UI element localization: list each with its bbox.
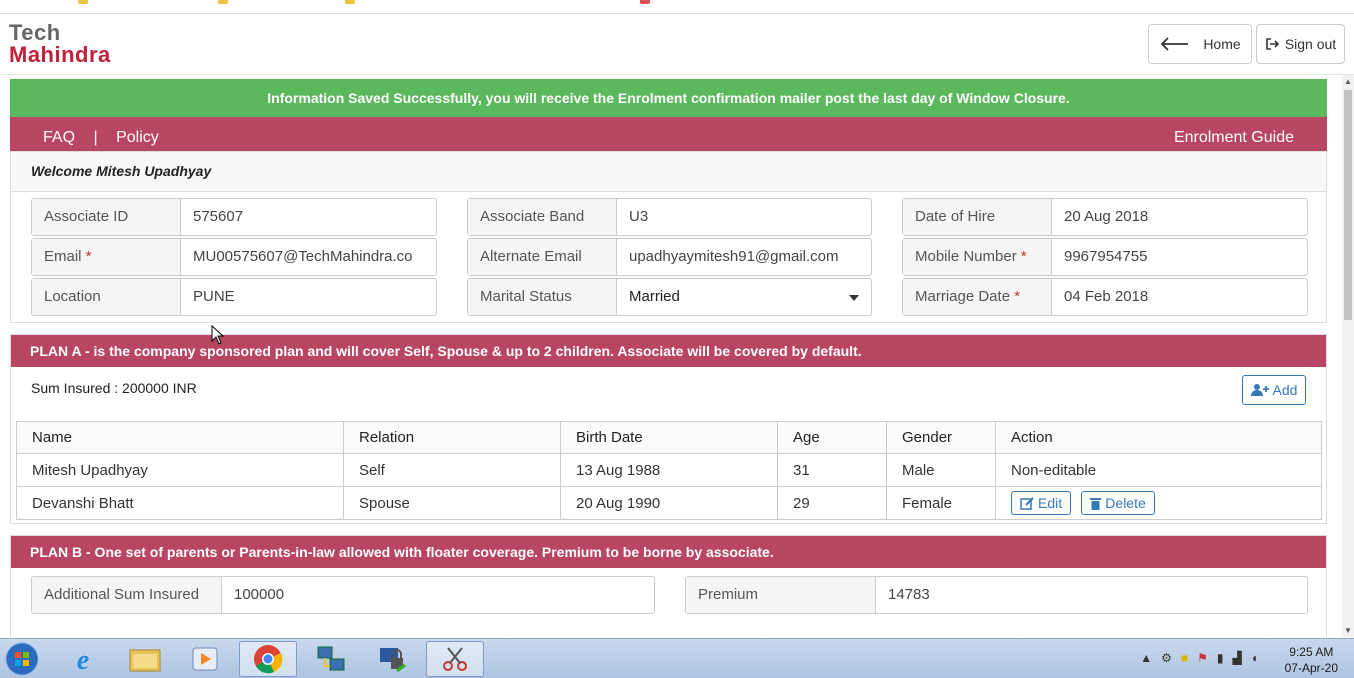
trash-icon [1090,497,1102,510]
file-explorer-icon[interactable] [116,641,174,677]
menu-bar: FAQ | Policy Enrolment Guide [10,117,1327,151]
edit-icon [1020,496,1034,510]
plan-b-heading: PLAN B - One set of parents or Parents-i… [11,536,1326,568]
mouse-cursor-icon [211,325,225,345]
start-button[interactable] [0,641,44,677]
col-birth-date: Birth Date [560,421,778,454]
system-tray: ▲ ⚙ ■ ⚑ ▮ ▟ ◖ [1140,651,1258,665]
alternate-email-field[interactable]: Alternate Email upadhyaymitesh91@gmail.c… [467,238,872,276]
col-action: Action [995,421,1322,454]
home-button[interactable]: Home [1148,24,1252,64]
policy-link[interactable]: Policy [116,129,159,146]
arrow-left-icon [1161,37,1189,51]
col-age: Age [777,421,887,454]
windows-taskbar: e ▲ ⚙ ■ ⚑ ▮ ▟ ◖ 9:25 AM 07-Apr-20 [0,638,1354,678]
date-of-hire-field: Date of Hire 20 Aug 2018 [902,198,1308,236]
status-non-editable: Non-editable [995,453,1322,487]
bookmark-icon[interactable] [640,0,650,4]
flag-tray-icon[interactable]: ⚑ [1197,651,1208,665]
welcome-text: Welcome Mitesh Upadhyay [11,152,1326,192]
col-relation: Relation [343,421,561,454]
volume-icon[interactable]: ◖ [1251,651,1258,665]
enrolment-guide-link[interactable]: Enrolment Guide [1174,129,1294,147]
vpn-lock-icon[interactable] [364,641,422,677]
col-name: Name [16,421,344,454]
add-member-button[interactable]: Add [1242,375,1306,405]
profile-panel: Welcome Mitesh Upadhyay Associate ID 575… [10,151,1327,323]
members-table: Name Relation Birth Date Age Gender Acti… [16,421,1322,520]
snipping-tool-icon[interactable] [426,641,484,677]
chrome-icon[interactable] [239,641,297,677]
associate-band-field: Associate Band U3 [467,198,872,236]
premium-field: Premium 14783 [685,576,1308,614]
bookmark-folder-icon[interactable] [218,0,228,4]
chevron-down-icon[interactable] [849,295,859,301]
mobile-number-field[interactable]: Mobile Number * 9967954755 [902,238,1308,276]
faq-link[interactable]: FAQ [43,129,75,146]
svg-text:e: e [77,645,89,674]
sum-insured-text: Sum Insured : 200000 INR [31,380,197,396]
sign-out-button[interactable]: Sign out [1256,24,1345,64]
scroll-down-icon[interactable]: ▼ [1344,626,1352,635]
plan-a-heading: PLAN A - is the company sponsored plan a… [11,335,1326,367]
table-row: Devanshi Bhatt Spouse 20 Aug 1990 29 Fem… [16,486,1322,520]
settings-tray-icon[interactable]: ⚙ [1161,651,1172,665]
sign-out-icon [1266,38,1279,50]
marital-status-select[interactable]: Marital Status Married [467,278,872,316]
top-header: Tech Mahindra Home Sign out [0,14,1354,75]
media-player-icon[interactable] [176,641,234,677]
tech-mahindra-logo: Tech Mahindra [9,20,111,67]
bookmark-folder-icon[interactable] [78,0,88,4]
associate-id-field: Associate ID 575607 [31,198,437,236]
table-row: Mitesh Upadhyay Self 13 Aug 1988 31 Male… [16,453,1322,487]
windows-logo-icon [5,642,39,676]
scroll-thumb[interactable] [1344,90,1352,320]
col-gender: Gender [886,421,996,454]
show-hidden-icons-icon[interactable]: ▲ [1140,651,1152,665]
table-header-row: Name Relation Birth Date Age Gender Acti… [16,421,1322,454]
additional-sum-insured-field[interactable]: Additional Sum Insured 100000 [31,576,655,614]
bookmark-folder-icon[interactable] [345,0,355,4]
marriage-date-field[interactable]: Marriage Date * 04 Feb 2018 [902,278,1308,316]
plan-a-panel: PLAN A - is the company sponsored plan a… [10,334,1327,524]
location-field: Location PUNE [31,278,437,316]
scroll-up-icon[interactable]: ▲ [1344,77,1352,86]
plan-b-panel: PLAN B - One set of parents or Parents-i… [10,535,1327,637]
add-user-icon [1250,384,1269,396]
network-signal-icon[interactable]: ▟ [1233,651,1242,665]
internet-explorer-icon[interactable]: e [54,641,112,677]
network-app-icon[interactable] [302,641,360,677]
success-alert: Information Saved Successfully, you will… [10,79,1327,117]
delete-button[interactable]: Delete [1081,491,1155,515]
notes-tray-icon[interactable]: ■ [1181,651,1188,665]
system-clock[interactable]: 9:25 AM 07-Apr-20 [1285,644,1338,676]
page-scrollbar[interactable]: ▲ ▼ [1342,75,1354,637]
bookmarks-bar [0,0,1354,14]
main-content: Information Saved Successfully, you will… [0,75,1342,637]
battery-icon[interactable]: ▮ [1217,651,1224,665]
email-field[interactable]: Email * MU00575607@TechMahindra.co [31,238,437,276]
edit-button[interactable]: Edit [1011,491,1072,515]
